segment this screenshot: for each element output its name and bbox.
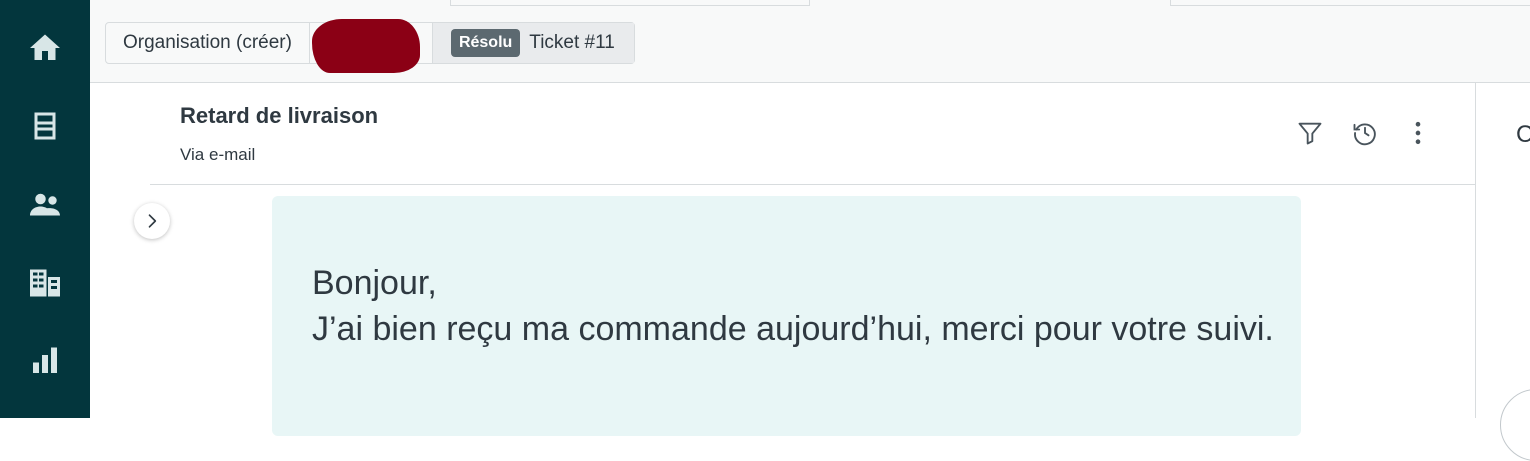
more-options-button[interactable]	[1402, 117, 1434, 149]
inbox-icon	[34, 112, 56, 140]
ticket-number-label: Ticket #11	[529, 32, 615, 53]
filter-button[interactable]	[1294, 117, 1326, 149]
chevron-right-icon	[148, 214, 157, 228]
redaction-mark	[311, 19, 420, 73]
more-vertical-icon	[1415, 121, 1421, 145]
nav-reporting[interactable]	[0, 331, 90, 391]
message-body: Bonjour, J’ai bien reçu ma commande aujo…	[312, 260, 1274, 352]
status-badge: Résolu	[450, 29, 521, 57]
ticket-subject: Retard de livraison	[180, 103, 379, 128]
expand-panel-button[interactable]	[134, 203, 170, 239]
home-icon	[30, 34, 60, 60]
ticket-header: Retard de livraison Via e-mail	[150, 83, 1475, 185]
breadcrumb: Organisation (créer) Résolu Ticket #11	[105, 19, 635, 73]
filter-icon	[1298, 122, 1322, 145]
breadcrumb-ticket[interactable]: Résolu Ticket #11	[432, 23, 634, 63]
tab-stub[interactable]	[450, 0, 810, 6]
message-line: Bonjour,	[312, 264, 437, 302]
organizations-icon	[30, 269, 60, 297]
right-panel-circle	[1500, 389, 1530, 461]
nav-home[interactable]	[0, 18, 90, 78]
right-context-panel: C	[1476, 83, 1530, 461]
message-line: J’ai bien reçu ma commande aujourd’hui, …	[312, 310, 1274, 348]
users-icon	[30, 193, 60, 216]
nav-organizations[interactable]	[0, 253, 90, 313]
message-bubble: Bonjour, J’ai bien reçu ma commande aujo…	[272, 196, 1301, 436]
nav-views[interactable]	[0, 96, 90, 156]
history-icon	[1353, 123, 1376, 146]
nav-customers[interactable]	[0, 175, 90, 235]
right-panel-heading: C	[1516, 121, 1530, 148]
left-gutter	[90, 83, 151, 418]
breadcrumb-organisation[interactable]: Organisation (créer)	[106, 23, 310, 63]
breadcrumb-requester-redacted[interactable]	[310, 19, 433, 73]
tab-stub[interactable]	[1170, 0, 1530, 6]
ticket-channel: Via e-mail	[180, 145, 256, 164]
reports-icon	[33, 347, 57, 373]
main-nav-sidebar	[0, 0, 90, 418]
history-button[interactable]	[1349, 117, 1381, 149]
